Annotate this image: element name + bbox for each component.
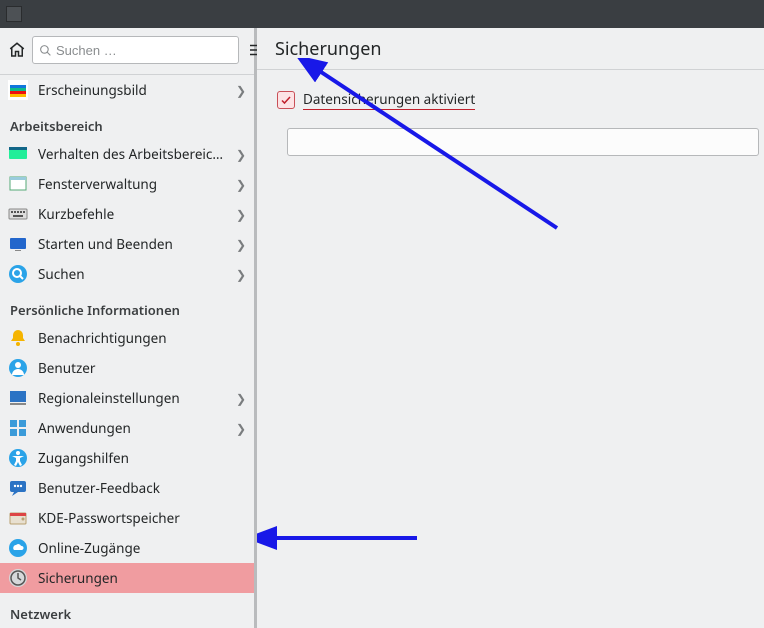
sidebar-item-label: Benutzer-Feedback <box>38 479 246 497</box>
search-input[interactable] <box>56 43 232 58</box>
user-icon <box>8 358 28 378</box>
category-personal: Persönliche Informationen <box>0 289 254 323</box>
home-icon <box>8 41 26 59</box>
sidebar-item-feedback[interactable]: Benutzer-Feedback <box>0 473 254 503</box>
check-icon <box>280 94 292 106</box>
sidebar-item-accessibility[interactable]: Zugangshilfen <box>0 443 254 473</box>
enable-backups-label[interactable]: Datensicherungen aktiviert <box>303 90 475 110</box>
sidebar: Erscheinungsbild ❯ Arbeitsbereich Verhal… <box>0 28 257 628</box>
bell-icon <box>8 328 28 348</box>
apps-icon <box>8 418 28 438</box>
sidebar-item-label: Verhalten des Arbeitsbereic… <box>38 145 226 163</box>
startup-icon <box>8 234 28 254</box>
category-network: Netzwerk <box>0 593 254 627</box>
sidebar-item-label: Fensterverwaltung <box>38 175 226 193</box>
app-icon <box>6 6 22 22</box>
chevron-right-icon: ❯ <box>236 146 246 163</box>
enable-backups-checkbox[interactable] <box>277 91 295 109</box>
sidebar-item-applications[interactable]: Anwendungen ❯ <box>0 413 254 443</box>
sidebar-header <box>0 28 254 72</box>
sidebar-item-label: KDE-Passwortspeicher <box>38 509 246 527</box>
sidebar-item-window-management[interactable]: Fensterverwaltung ❯ <box>0 169 254 199</box>
sidebar-item-label: Erscheinungsbild <box>38 81 226 99</box>
appearance-icon <box>8 80 28 100</box>
cloud-icon <box>8 538 28 558</box>
enable-backups-row: Datensicherungen aktiviert <box>277 90 764 110</box>
sidebar-item-regional[interactable]: Regionaleinstellungen ❯ <box>0 383 254 413</box>
sidebar-item-label: Regionaleinstellungen <box>38 389 226 407</box>
chevron-right-icon: ❯ <box>236 420 246 437</box>
sidebar-item-workspace-behavior[interactable]: Verhalten des Arbeitsbereic… ❯ <box>0 139 254 169</box>
content-header: Sicherungen <box>257 28 764 70</box>
chevron-right-icon: ❯ <box>236 236 246 253</box>
backup-icon <box>8 568 28 588</box>
sidebar-item-online-accounts[interactable]: Online-Zugänge <box>0 533 254 563</box>
sidebar-item-label: Anwendungen <box>38 419 226 437</box>
sidebar-item-users[interactable]: Benutzer <box>0 353 254 383</box>
backup-config-panel <box>287 128 759 156</box>
sidebar-item-startup[interactable]: Starten und Beenden ❯ <box>0 229 254 259</box>
feedback-icon <box>8 478 28 498</box>
chevron-right-icon: ❯ <box>236 266 246 283</box>
chevron-right-icon: ❯ <box>236 176 246 193</box>
flag-icon <box>8 388 28 408</box>
sidebar-item-label: Benutzer <box>38 359 246 377</box>
sidebar-item-label: Suchen <box>38 265 226 283</box>
chevron-right-icon: ❯ <box>236 82 246 99</box>
content-body: Datensicherungen aktiviert <box>257 70 764 156</box>
sidebar-item-label: Benachrichtigungen <box>38 329 246 347</box>
main-layout: Erscheinungsbild ❯ Arbeitsbereich Verhal… <box>0 28 764 628</box>
page-title: Sicherungen <box>275 37 381 61</box>
sidebar-item-label: Kurzbefehle <box>38 205 226 223</box>
titlebar <box>0 0 764 28</box>
sidebar-item-notifications[interactable]: Benachrichtigungen <box>0 323 254 353</box>
search-box[interactable] <box>32 36 239 64</box>
sidebar-item-label: Sicherungen <box>38 569 246 587</box>
accessibility-icon <box>8 448 28 468</box>
keyboard-icon <box>8 204 28 224</box>
sidebar-item-appearance[interactable]: Erscheinungsbild ❯ <box>0 75 254 105</box>
window-icon <box>8 174 28 194</box>
chevron-right-icon: ❯ <box>236 390 246 407</box>
search-module-icon <box>8 264 28 284</box>
sidebar-item-kwallet[interactable]: KDE-Passwortspeicher <box>0 503 254 533</box>
sidebar-item-label: Online-Zugänge <box>38 539 246 557</box>
sidebar-list: Erscheinungsbild ❯ Arbeitsbereich Verhal… <box>0 74 254 628</box>
search-icon <box>39 44 52 57</box>
chevron-right-icon: ❯ <box>236 206 246 223</box>
workspace-icon <box>8 144 28 164</box>
sidebar-item-label: Starten und Beenden <box>38 235 226 253</box>
annotation-arrow-2 <box>257 523 437 553</box>
content-pane: Sicherungen Datensicherungen aktiviert <box>257 28 764 628</box>
wallet-icon <box>8 508 28 528</box>
sidebar-item-search[interactable]: Suchen ❯ <box>0 259 254 289</box>
home-button[interactable] <box>8 38 26 62</box>
sidebar-item-shortcuts[interactable]: Kurzbefehle ❯ <box>0 199 254 229</box>
sidebar-item-backups[interactable]: Sicherungen <box>0 563 254 593</box>
category-workspace: Arbeitsbereich <box>0 105 254 139</box>
sidebar-item-label: Zugangshilfen <box>38 449 246 467</box>
